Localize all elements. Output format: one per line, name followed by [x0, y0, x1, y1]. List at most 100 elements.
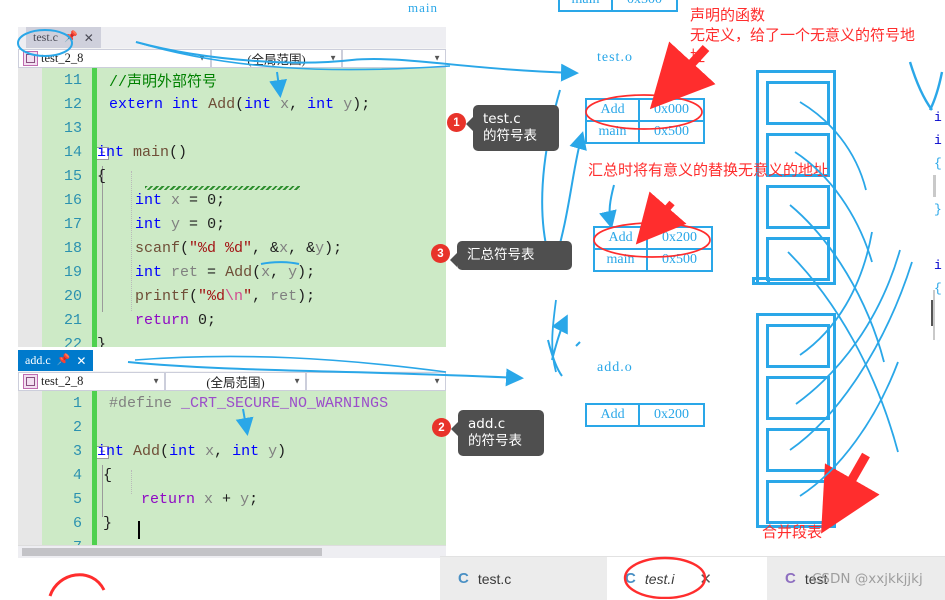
red-note-merge-segments: 合并段表 [762, 523, 823, 541]
bottom-tab-label: test.i [644, 570, 675, 587]
editor-tab-label: test.c [33, 30, 58, 44]
editor-tab-test-c[interactable]: test.c 📌 ✕ [26, 27, 101, 48]
editor-pane-test-c: test.c 📌 ✕ test_2_8 ▼ (全局范围) ▼ ▼ − 11 //… [18, 27, 446, 347]
c-file-icon: C [625, 570, 636, 587]
chevron-down-icon: ▼ [329, 53, 337, 63]
right-edge-code-4: } [934, 202, 942, 217]
tooltip-3: 汇总符号表 [450, 241, 572, 270]
line-text: return x + y; [141, 490, 259, 508]
code-area-add-c[interactable]: − 1 #define _CRT_SECURE_NO_WARNINGS 2 3 [18, 391, 446, 545]
line-number: 18 [63, 239, 82, 257]
ink-arrow-merge-down [599, 184, 617, 229]
close-icon[interactable]: ✕ [76, 355, 86, 367]
code-area-test-c[interactable]: − 11 //声明外部符号 12 extern int Add(int x, i… [18, 68, 446, 347]
code-line: 1 #define _CRT_SECURE_NO_WARNINGS [18, 391, 446, 415]
symbol-name: main [587, 122, 641, 142]
stray-main-label-left: main [408, 0, 438, 15]
member-dropdown-bottom[interactable]: ▼ [306, 371, 446, 391]
object-label-add-o: add.o [597, 360, 633, 375]
editor-tabstrip-top: test.c 📌 ✕ [18, 27, 446, 48]
code-line: 20 printf("%d\n", ret); [18, 284, 446, 308]
segment-box [766, 428, 830, 472]
segment-table-column-2 [756, 313, 836, 528]
tooltip-line: 的符号表 [483, 127, 537, 144]
line-number: 5 [72, 490, 82, 508]
badge-2[interactable]: 2 [432, 418, 451, 437]
symbol-name: Add [587, 100, 641, 120]
symbol-address: 0x500 [613, 0, 676, 10]
table-row: Add 0x200 [595, 228, 711, 248]
editor-tab-add-c[interactable]: add.c 📌 ✕ [18, 350, 94, 371]
badge-number: 1 [453, 116, 460, 129]
line-number: 4 [72, 466, 82, 484]
line-number: 13 [63, 119, 82, 137]
bottom-tab-test-c[interactable]: C test.c [440, 557, 607, 600]
line-number: 22 [63, 335, 82, 348]
csdn-watermark: CSDN @xxjkkjjkj [812, 571, 923, 587]
line-number: 14 [63, 143, 82, 161]
line-number: 16 [63, 191, 82, 209]
tooltip-2: add.c 的符号表 [451, 410, 544, 456]
symbol-name: Add [595, 228, 649, 248]
code-line: 12 extern int Add(int x, int y); [18, 92, 446, 116]
line-text: int Add(int x, int y) [97, 442, 287, 460]
right-edge-code-2: i [934, 133, 942, 148]
member-dropdown-top[interactable]: ▼ [342, 48, 446, 68]
project-dropdown-top[interactable]: test_2_8 ▼ [18, 48, 211, 68]
scope-dropdown-bottom[interactable]: (全局范围) ▼ [165, 371, 306, 391]
segment-box [766, 81, 830, 125]
bottom-tab-test-i[interactable]: C test.i ✕ [607, 557, 767, 600]
change-bar [92, 535, 97, 545]
code-line: 18 scanf("%d %d", &x, &y); [18, 236, 446, 260]
chevron-down-icon: ▼ [152, 376, 160, 386]
line-number: 1 [72, 394, 82, 412]
line-text: { [103, 466, 113, 484]
pin-icon[interactable]: 📌 [64, 32, 78, 43]
segment-box [766, 185, 830, 229]
line-text: printf("%d\n", ret); [135, 287, 316, 305]
project-name: test_2_8 [41, 373, 84, 388]
table-row: Add 0x200 [587, 405, 703, 425]
right-edge-code-6: { [934, 281, 942, 296]
symbol-table-test-o: Add 0x000 main 0x500 [585, 98, 705, 144]
red-note-declared-function: 声明的函数 无定义，给了一个无意义的符号地 址 [690, 6, 916, 65]
horizontal-scrollbar[interactable] [18, 545, 446, 558]
line-number: 20 [63, 287, 82, 305]
scope-label: (全局范围) [247, 52, 306, 67]
code-line: 16 int x = 0; [18, 188, 446, 212]
code-lines-test-c: 11 //声明外部符号 12 extern int Add(int x, int… [18, 68, 446, 347]
tooltip-line: 汇总符号表 [467, 247, 535, 263]
line-text: scanf("%d %d", &x, &y); [135, 239, 343, 257]
code-lines-add-c: 1 #define _CRT_SECURE_NO_WARNINGS 2 3 in… [18, 391, 446, 545]
scope-dropdown-top[interactable]: (全局范围) ▼ [211, 48, 342, 68]
right-edge-code-1: i [934, 110, 942, 125]
right-edge-code-3: { [934, 156, 942, 171]
line-text: } [97, 335, 107, 348]
line-number: 12 [63, 95, 82, 113]
line-text: return 0; [135, 311, 217, 329]
badge-number: 2 [438, 421, 445, 434]
pin-icon[interactable]: 📌 [57, 355, 71, 366]
line-text: #define _CRT_SECURE_NO_WARNINGS [109, 394, 389, 412]
symbol-address: 0x200 [654, 407, 690, 422]
code-line: 7 [18, 535, 446, 545]
code-line: 22 } [18, 332, 446, 347]
scrollbar-thumb[interactable] [22, 548, 322, 556]
symbol-address: 0x500 [654, 124, 690, 139]
chevron-down-icon: ▼ [198, 53, 206, 63]
editor-tabstrip-bottom: add.c 📌 ✕ [18, 350, 446, 371]
segment-box [766, 324, 830, 368]
object-label-test-o: test.o [597, 50, 633, 65]
change-bar [92, 415, 97, 439]
project-dropdown-bottom[interactable]: test_2_8 ▼ [18, 371, 165, 391]
badge-1[interactable]: 1 [447, 113, 466, 132]
badge-3[interactable]: 3 [431, 244, 450, 263]
table-row: main 0x500 [587, 120, 703, 142]
code-line: 5 return x + y; [18, 487, 446, 511]
line-text: } [103, 514, 113, 532]
segment-box-small [752, 277, 770, 285]
line-text: { [97, 167, 107, 185]
close-icon[interactable]: ✕ [699, 570, 712, 588]
close-icon[interactable]: ✕ [84, 32, 94, 44]
code-line: 17 int y = 0; [18, 212, 446, 236]
